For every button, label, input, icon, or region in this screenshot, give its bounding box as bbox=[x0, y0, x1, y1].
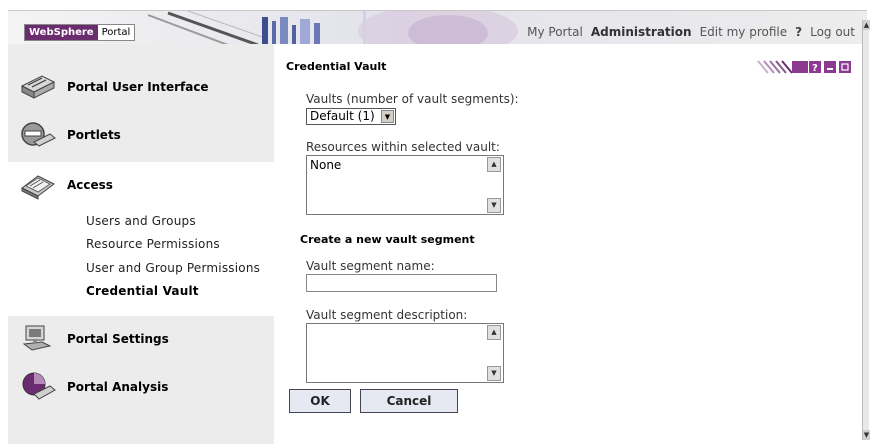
nav-section-portlets[interactable]: Portlets bbox=[8, 112, 274, 158]
left-navigation: Portal User Interface Portlets Access Us… bbox=[8, 44, 274, 444]
scroll-up-arrow-icon[interactable]: ▲ bbox=[863, 20, 870, 30]
portlet-controls: ? bbox=[757, 60, 851, 74]
portal-analysis-icon bbox=[22, 372, 56, 400]
portlets-icon bbox=[21, 122, 56, 147]
subnav-credential-vault[interactable]: Credential Vault bbox=[86, 284, 199, 298]
page-scrollbar[interactable]: ▲ ▼ bbox=[862, 20, 870, 440]
scroll-down-arrow-icon[interactable]: ▼ bbox=[487, 366, 501, 381]
cancel-button[interactable]: Cancel bbox=[360, 389, 458, 413]
create-segment-heading: Create a new vault segment bbox=[300, 233, 475, 246]
credential-vault-portlet: Credential Vault ? Vaults (number of vau… bbox=[286, 56, 856, 436]
maximize-portlet-icon[interactable] bbox=[839, 61, 851, 73]
resources-list-item[interactable]: None bbox=[310, 158, 341, 172]
portlet-title: Credential Vault bbox=[286, 60, 387, 73]
resources-list[interactable]: None ▲ ▼ bbox=[306, 155, 504, 215]
help-icon[interactable]: ? bbox=[795, 25, 802, 39]
logo-product: Portal bbox=[101, 27, 131, 38]
portlet-decoration bbox=[757, 60, 808, 74]
subnav-users-and-groups[interactable]: Users and Groups bbox=[86, 214, 196, 228]
nav-label-portlets: Portlets bbox=[67, 128, 121, 142]
scroll-down-arrow-icon[interactable]: ▼ bbox=[863, 430, 870, 440]
logo-brand: WebSphere bbox=[25, 25, 98, 40]
resources-label: Resources within selected vault: bbox=[306, 140, 500, 154]
top-banner: WebSphere Portal My Portal Administratio… bbox=[8, 10, 867, 44]
nav-section-access[interactable]: Access bbox=[8, 162, 274, 208]
svg-text:?: ? bbox=[812, 63, 818, 74]
nav-label-portal-user-interface: Portal User Interface bbox=[67, 80, 209, 94]
portal-ui-icon bbox=[20, 75, 56, 99]
nav-edit-my-profile[interactable]: Edit my profile bbox=[700, 25, 788, 39]
portal-settings-icon bbox=[22, 325, 52, 351]
resources-scrollbar[interactable]: ▲ ▼ bbox=[486, 156, 503, 214]
nav-label-portal-settings: Portal Settings bbox=[67, 332, 169, 346]
websphere-portal-logo: WebSphere Portal bbox=[24, 24, 136, 41]
access-section: Access Users and Groups Resource Permiss… bbox=[8, 162, 274, 316]
nav-section-portal-analysis[interactable]: Portal Analysis bbox=[8, 364, 274, 410]
subnav-resource-permissions[interactable]: Resource Permissions bbox=[86, 237, 220, 251]
minimize-portlet-icon[interactable] bbox=[824, 61, 836, 73]
nav-section-portal-settings[interactable]: Portal Settings bbox=[8, 316, 274, 362]
scroll-up-arrow-icon[interactable]: ▲ bbox=[487, 157, 501, 172]
segment-description-textarea[interactable]: ▲ ▼ bbox=[306, 323, 504, 383]
nav-label-portal-analysis: Portal Analysis bbox=[67, 380, 169, 394]
nav-section-portal-user-interface[interactable]: Portal User Interface bbox=[8, 64, 274, 110]
nav-label-access: Access bbox=[67, 178, 113, 192]
nav-administration[interactable]: Administration bbox=[591, 25, 692, 39]
description-scrollbar[interactable]: ▲ ▼ bbox=[486, 324, 503, 382]
help-portlet-icon[interactable]: ? bbox=[809, 61, 821, 74]
nav-my-portal[interactable]: My Portal bbox=[527, 25, 583, 39]
scroll-down-arrow-icon[interactable]: ▼ bbox=[487, 198, 501, 213]
segment-name-label: Vault segment name: bbox=[306, 259, 435, 273]
vaults-selected-value: Default (1) bbox=[310, 109, 375, 123]
segment-description-label: Vault segment description: bbox=[306, 308, 468, 322]
access-icon bbox=[21, 175, 55, 200]
subnav-user-and-group-permissions[interactable]: User and Group Permissions bbox=[86, 261, 260, 275]
nav-log-out[interactable]: Log out bbox=[810, 25, 855, 39]
segment-name-input[interactable] bbox=[306, 274, 497, 292]
top-navigation: My Portal Administration Edit my profile… bbox=[527, 25, 855, 39]
vaults-select[interactable]: Default (1) ▼ bbox=[306, 108, 396, 125]
scroll-up-arrow-icon[interactable]: ▲ bbox=[487, 325, 501, 340]
vaults-label: Vaults (number of vault segments): bbox=[306, 92, 519, 106]
chevron-down-icon[interactable]: ▼ bbox=[381, 110, 394, 123]
ok-button[interactable]: OK bbox=[289, 389, 351, 413]
